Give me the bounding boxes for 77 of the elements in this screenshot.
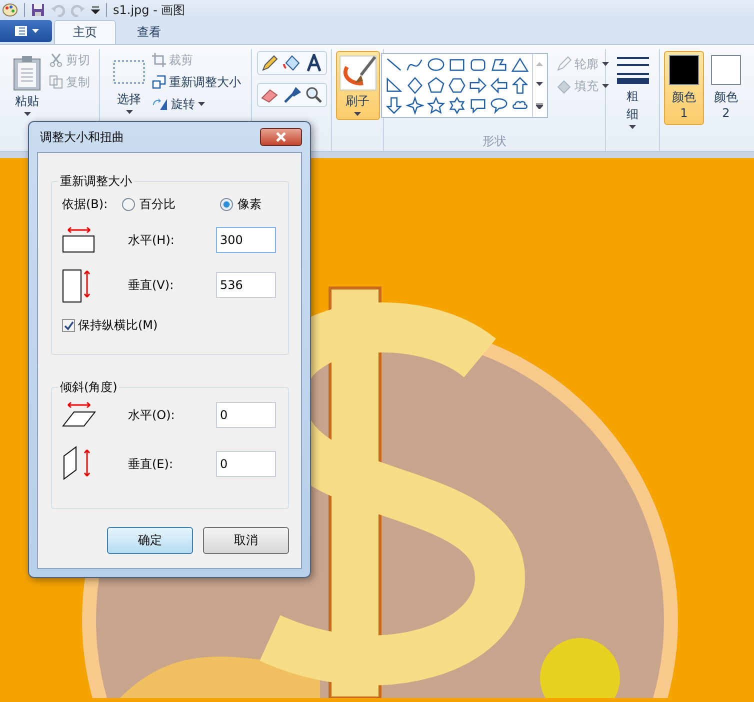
expand-gallery-icon[interactable] bbox=[536, 102, 543, 109]
dialog-button[interactable]: 取消 bbox=[203, 527, 289, 554]
six-point-star-icon[interactable] bbox=[446, 96, 466, 115]
right-arrow-icon[interactable] bbox=[468, 76, 488, 95]
fill-bucket-icon bbox=[556, 78, 572, 94]
up-arrow-icon[interactable] bbox=[510, 76, 530, 95]
resize-button[interactable]: 重新调整大小 bbox=[152, 73, 241, 91]
caret-icon bbox=[354, 112, 361, 116]
rotate-icon bbox=[152, 97, 168, 111]
size-button[interactable]: 粗细 bbox=[612, 51, 652, 133]
caret-icon bbox=[126, 110, 132, 114]
caret-icon bbox=[602, 62, 608, 66]
pencil-outline-icon bbox=[556, 56, 572, 72]
close-icon bbox=[275, 132, 287, 142]
color-picker-icon[interactable] bbox=[282, 86, 302, 104]
pentagon-icon[interactable] bbox=[426, 76, 446, 95]
scissors-icon bbox=[49, 53, 63, 67]
group-label: 形状 bbox=[482, 133, 506, 150]
five-point-star-icon[interactable] bbox=[426, 96, 446, 115]
caret-icon bbox=[24, 112, 30, 116]
dialog-button[interactable]: 确定 bbox=[107, 527, 193, 554]
ribbon-tab[interactable]: 查看 bbox=[118, 20, 180, 44]
save-icon[interactable] bbox=[31, 3, 45, 17]
number-field[interactable]: 0 bbox=[216, 451, 276, 477]
brush-button[interactable]: 刷子 bbox=[336, 51, 380, 120]
rectangular-callout-icon[interactable] bbox=[468, 96, 488, 115]
caret-icon bbox=[198, 102, 205, 106]
pencil-icon[interactable] bbox=[260, 54, 280, 72]
number-field[interactable]: 300 bbox=[216, 227, 276, 253]
clipboard-icon bbox=[12, 55, 42, 91]
keep-ratio-checkbox[interactable]: 保持纵横比(M) bbox=[62, 317, 276, 334]
group-title: 倾斜(角度) bbox=[59, 379, 118, 396]
number-field[interactable]: 536 bbox=[216, 272, 276, 298]
four-point-star-icon[interactable] bbox=[404, 96, 424, 115]
app-menu-button[interactable] bbox=[0, 20, 52, 42]
by-label: 依据(B): bbox=[62, 196, 108, 213]
caret-icon bbox=[629, 125, 636, 129]
resize-width-icon bbox=[62, 227, 96, 253]
close-button[interactable] bbox=[260, 128, 302, 146]
magnifier-icon[interactable] bbox=[304, 86, 324, 104]
field-label: 垂直(V): bbox=[128, 276, 175, 294]
paste-button[interactable]: 粘贴 bbox=[9, 51, 45, 120]
palette-icon[interactable] bbox=[2, 2, 18, 18]
field-label: 垂直(E): bbox=[128, 456, 174, 472]
brush-icon bbox=[338, 55, 376, 91]
window-title: s1.jpg - 画图 bbox=[113, 2, 186, 18]
scroll-down-icon[interactable] bbox=[536, 82, 543, 86]
field-label: 水平(O): bbox=[128, 406, 176, 424]
group-title: 重新调整大小 bbox=[59, 173, 133, 190]
select-button[interactable]: 选择 bbox=[110, 51, 148, 118]
caret-icon bbox=[602, 84, 608, 88]
triangle-icon[interactable] bbox=[510, 56, 530, 75]
fill-bucket-icon[interactable] bbox=[282, 54, 302, 72]
left-arrow-icon[interactable] bbox=[488, 76, 508, 95]
oval-callout-icon[interactable] bbox=[488, 96, 508, 115]
diamond-icon[interactable] bbox=[404, 76, 424, 95]
line-widths-icon bbox=[616, 55, 650, 85]
radio-option[interactable]: 百分比 bbox=[122, 196, 206, 213]
dropdown-icon[interactable] bbox=[91, 6, 100, 14]
down-arrow-icon[interactable] bbox=[384, 96, 404, 115]
ribbon-tab[interactable]: 主页 bbox=[54, 20, 116, 44]
right-triangle-icon[interactable] bbox=[384, 76, 404, 95]
copy-icon bbox=[49, 75, 63, 89]
rotate-button[interactable]: 旋转 bbox=[152, 95, 241, 113]
number-field[interactable]: 0 bbox=[216, 402, 276, 428]
shape-gallery[interactable] bbox=[380, 53, 548, 118]
radio-option[interactable]: 像素 bbox=[220, 196, 262, 213]
color-button[interactable]: 颜色 2 bbox=[706, 51, 746, 125]
caret-icon bbox=[32, 29, 38, 33]
hexagon-icon[interactable] bbox=[446, 76, 466, 95]
resize-icon bbox=[152, 75, 166, 89]
menu-icon bbox=[14, 25, 28, 37]
field-label: 水平(H): bbox=[128, 232, 176, 248]
crop-icon bbox=[152, 53, 166, 67]
dialog-title: 调整大小和扭曲 bbox=[40, 128, 124, 146]
color-button[interactable]: 颜色 1 bbox=[664, 51, 704, 125]
skew-width-icon bbox=[62, 402, 96, 428]
